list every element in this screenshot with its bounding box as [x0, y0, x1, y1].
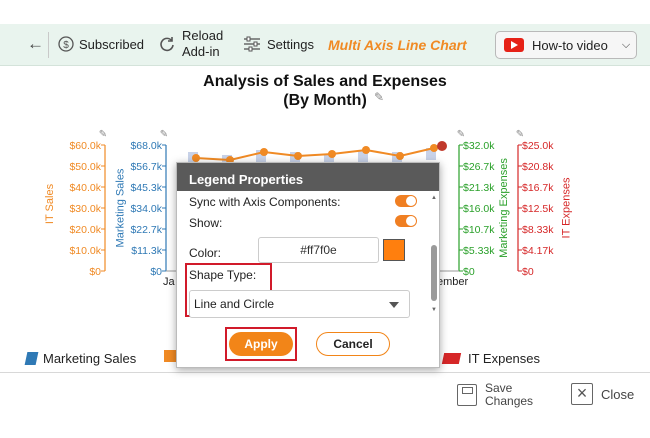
tick-label-2-1: $26.7k — [463, 161, 495, 173]
close-button[interactable]: × Close — [571, 383, 634, 405]
legend-item-it-expenses[interactable]: IT Expenses — [441, 351, 541, 366]
shape-type-value: Line and Circle — [194, 297, 275, 311]
series-point-4 — [328, 150, 336, 158]
save-label-line1: Save — [485, 381, 513, 395]
tick-label-2-2: $21.3k — [463, 182, 495, 194]
x-tick-right: ember — [437, 276, 469, 288]
tick-label-1-4: $22.7k — [130, 224, 162, 236]
save-changes-label: Save Changes — [485, 382, 533, 408]
tick-label-0-4: $20.0k — [69, 224, 101, 236]
close-label: Close — [601, 386, 635, 402]
tick-label-0-1: $50.0k — [69, 161, 101, 173]
it-expenses-axis-title: IT Expenses — [560, 177, 573, 239]
show-toggle[interactable] — [395, 215, 417, 227]
tick-label-1-1: $56.7k — [130, 161, 162, 173]
series-point-3 — [294, 152, 302, 160]
series-point-0 — [192, 154, 200, 162]
legend-swatch-red — [441, 353, 462, 364]
save-disk-icon — [457, 384, 477, 406]
show-label: Show: — [189, 216, 223, 230]
edit-axis-pencil-icon[interactable]: ✎ — [516, 129, 524, 140]
edit-axis-pencil-icon[interactable]: ✎ — [457, 129, 465, 140]
color-label: Color: — [189, 246, 222, 260]
tick-label-3-6: $0 — [522, 266, 534, 278]
cancel-button[interactable]: Cancel — [316, 332, 390, 356]
tick-label-2-5: $5.33k — [463, 245, 495, 257]
close-icon: × — [571, 383, 593, 405]
tick-label-1-3: $34.0k — [130, 203, 162, 215]
sync-axis-toggle[interactable] — [395, 195, 417, 207]
tick-label-1-2: $45.3k — [130, 182, 162, 194]
footer-bar: Save Changes × Close — [0, 372, 650, 438]
legend-label-marketing-sales: Marketing Sales — [43, 351, 137, 366]
scroll-thumb[interactable] — [431, 245, 437, 301]
tick-label-0-5: $10.0k — [69, 245, 101, 257]
tick-label-0-2: $40.0k — [69, 182, 101, 194]
dialog-scrollbar[interactable]: ▲ ▼ — [430, 195, 438, 315]
apply-button[interactable]: Apply — [229, 332, 293, 356]
edit-axis-pencil-icon[interactable]: ✎ — [99, 129, 107, 140]
tick-label-2-0: $32.0k — [463, 140, 495, 152]
series-point-red-end — [437, 141, 447, 151]
tick-label-3-3: $12.5k — [522, 203, 554, 215]
tick-label-0-6: $0 — [89, 266, 101, 278]
tick-label-0-3: $30.0k — [69, 203, 101, 215]
save-changes-button[interactable]: Save Changes — [457, 382, 533, 408]
tick-label-3-2: $16.7k — [522, 182, 554, 194]
tick-label-3-4: $8.33k — [522, 224, 554, 236]
sync-axis-label: Sync with Axis Components: — [189, 195, 341, 209]
legend-swatch-blue — [24, 352, 39, 365]
tick-label-3-1: $20.8k — [522, 161, 554, 173]
save-label-line2: Changes — [485, 394, 534, 408]
series-point-6 — [396, 152, 404, 160]
dialog-title: Legend Properties — [177, 163, 439, 191]
tick-label-2-4: $10.7k — [463, 224, 495, 236]
color-picker-swatch[interactable] — [383, 239, 405, 261]
x-tick-left: Ja — [163, 276, 175, 288]
shape-type-label: Shape Type: — [189, 268, 257, 282]
legend-item-marketing-sales[interactable]: Marketing Sales — [24, 351, 137, 366]
tick-label-3-0: $25.0k — [522, 140, 554, 152]
series-point-7 — [430, 144, 438, 152]
color-hex-input[interactable]: #ff7f0e — [258, 237, 379, 263]
tick-label-1-5: $11.3k — [131, 245, 162, 257]
shape-type-select[interactable]: Line and Circle — [189, 290, 410, 318]
tick-label-2-3: $16.0k — [463, 203, 495, 215]
tick-label-1-0: $68.0k — [130, 140, 162, 152]
tick-label-0-0: $60.0k — [69, 140, 101, 152]
it-sales-axis-title: IT Sales — [44, 183, 57, 225]
edit-axis-pencil-icon[interactable]: ✎ — [160, 129, 168, 140]
tick-label-3-5: $4.17k — [522, 245, 554, 257]
series-point-5 — [362, 146, 370, 154]
marketing-sales-axis-title: Marketing Sales — [114, 168, 127, 248]
legend-properties-dialog: Legend Properties Sync with Axis Compone… — [176, 162, 440, 368]
scroll-down-icon[interactable]: ▼ — [431, 307, 437, 313]
series-point-2 — [260, 148, 268, 156]
tick-label-1-6: $0 — [150, 266, 162, 278]
legend-label-it-expenses: IT Expenses — [468, 351, 541, 366]
marketing-expenses-axis-title: Marketing Expenses — [497, 158, 510, 258]
scroll-up-icon[interactable]: ▲ — [431, 195, 437, 201]
